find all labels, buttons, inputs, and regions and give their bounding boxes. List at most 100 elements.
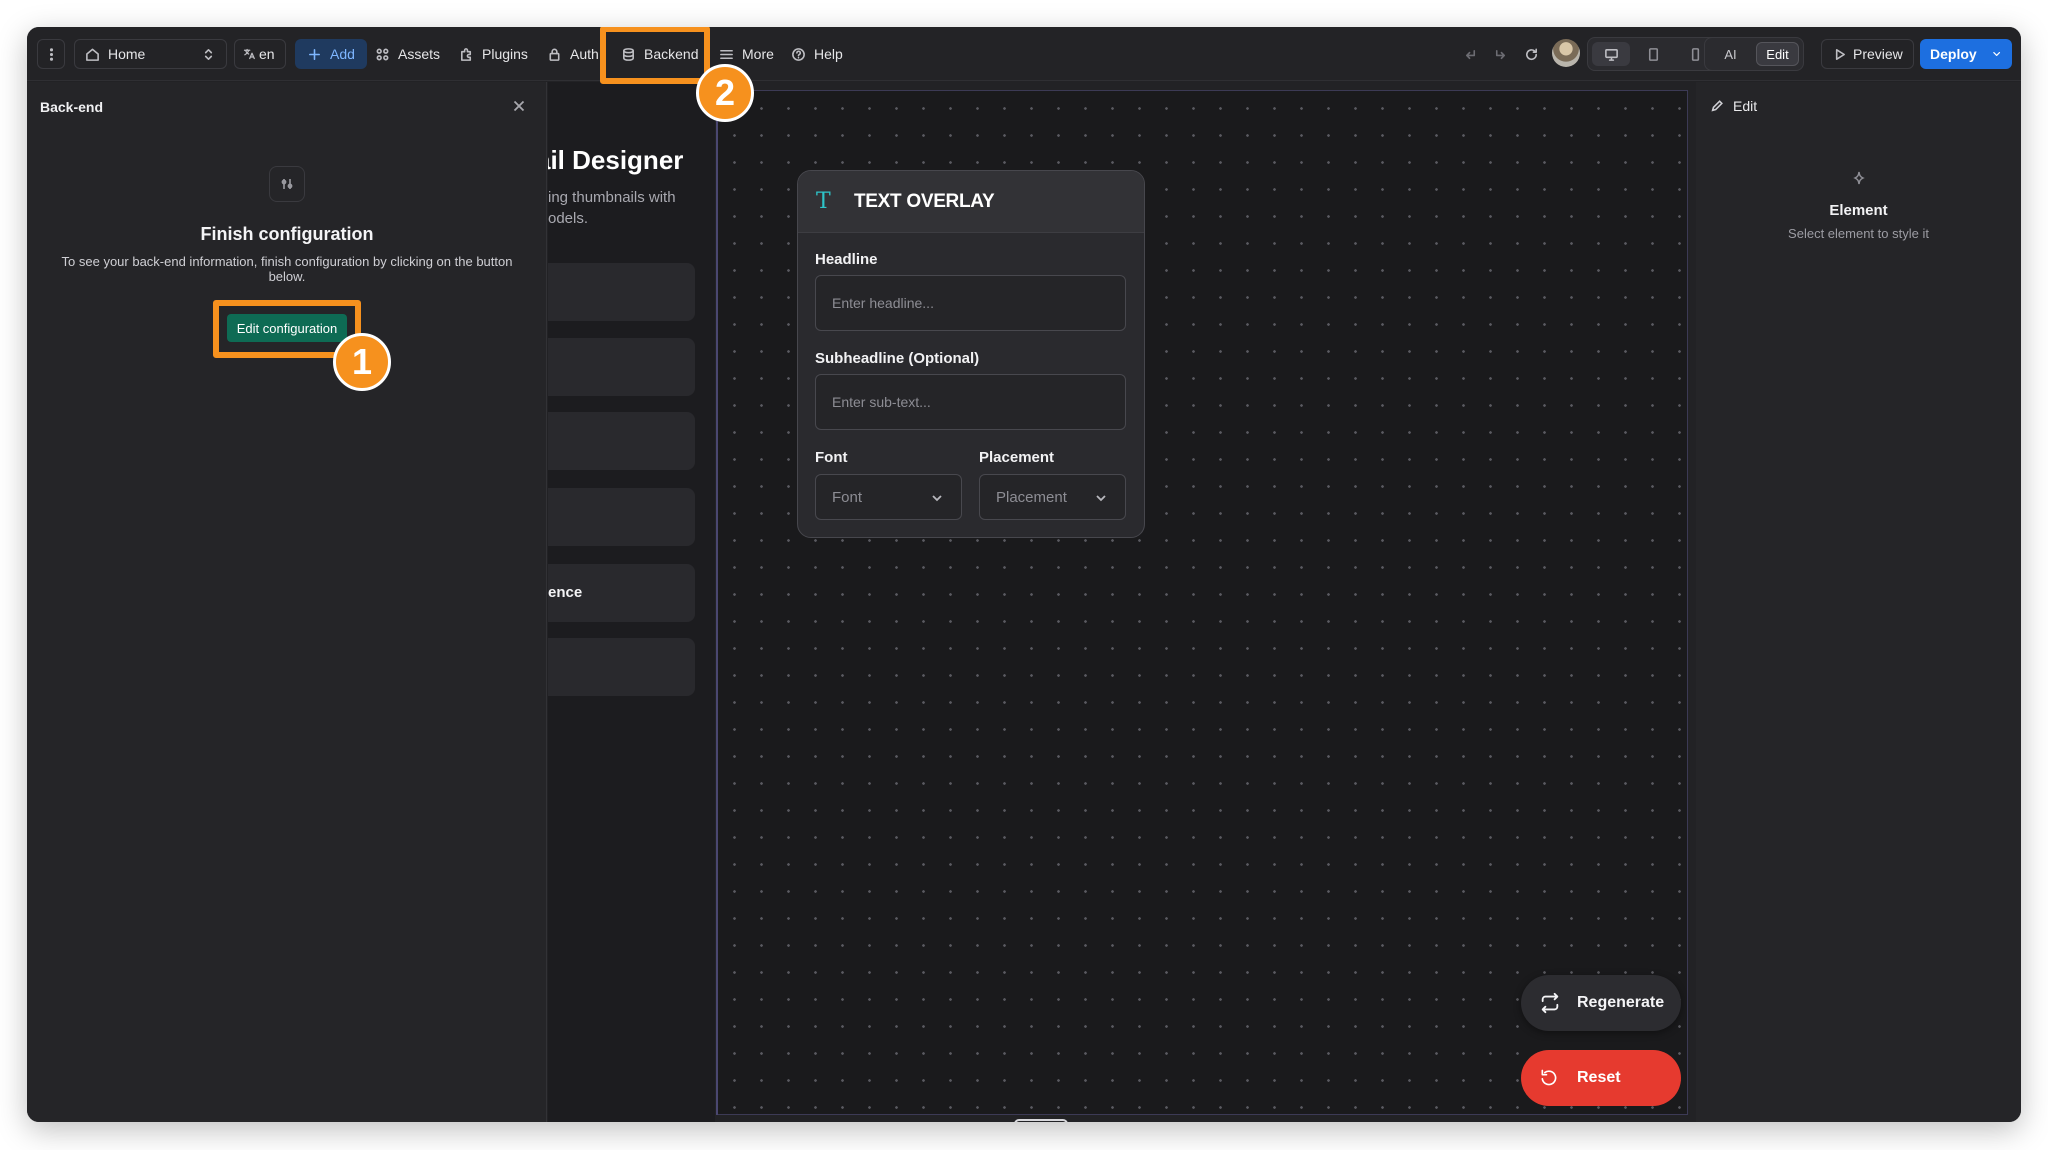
preview-button[interactable]: Preview <box>1821 39 1914 69</box>
kebab-menu-button[interactable] <box>37 39 65 69</box>
regenerate-label: Regenerate <box>1577 994 1665 1011</box>
app-subtitle-line-1: ing thumbnails with <box>548 189 676 206</box>
menu-lines-icon <box>720 49 733 59</box>
placement-select-value: Placement <box>996 488 1067 506</box>
edit-tab[interactable]: Edit <box>1710 98 1757 114</box>
edit-tab-label: Edit <box>1733 98 1758 114</box>
auth-button[interactable]: Auth <box>547 39 599 69</box>
edit-mode-label: Edit <box>1766 46 1789 62</box>
app-card[interactable] <box>548 638 695 696</box>
mode-switcher: AI Edit <box>1704 37 1804 71</box>
chevron-down-icon <box>932 495 942 502</box>
database-icon <box>623 47 634 61</box>
app-subtitle-line-2: odels. <box>548 210 589 227</box>
subheadline-input[interactable]: Enter sub-text... <box>815 374 1126 430</box>
headline-label: Headline <box>815 251 878 268</box>
text-type-icon: T <box>816 189 831 214</box>
kebab-menu-icon <box>49 47 53 61</box>
app-card[interactable] <box>548 488 695 546</box>
settings-sliders-icon <box>281 179 293 189</box>
deploy-button[interactable]: Deploy <box>1920 39 2012 69</box>
undo-button[interactable] <box>1463 39 1478 69</box>
canvas-resize-handle[interactable] <box>1014 1119 1068 1122</box>
lock-icon <box>549 48 560 61</box>
redo-icon <box>1495 49 1506 59</box>
language-selector[interactable]: en <box>234 39 286 69</box>
ai-mode-label: AI <box>1724 46 1737 62</box>
font-select-value: Font <box>832 488 863 506</box>
chevron-updown-icon <box>204 48 213 60</box>
reset-icon <box>1541 1069 1557 1086</box>
tablet-icon <box>1648 47 1658 61</box>
more-label: More <box>742 46 774 62</box>
text-overlay-card: T TEXT OVERLAY Headline Enter headline..… <box>797 170 1145 538</box>
close-panel-button[interactable] <box>511 98 527 114</box>
user-avatar[interactable] <box>1552 39 1580 67</box>
tablet-view-button[interactable] <box>1634 42 1672 66</box>
app-card[interactable] <box>548 338 695 396</box>
edit-mode-button[interactable]: Edit <box>1755 42 1799 66</box>
placement-select[interactable]: Placement <box>979 474 1126 520</box>
app-card[interactable] <box>548 263 695 321</box>
pencil-icon <box>1711 100 1723 112</box>
page-selector[interactable]: Home <box>74 39 227 69</box>
deploy-label: Deploy <box>1930 46 1977 62</box>
backend-button[interactable]: Backend <box>621 39 698 69</box>
help-button[interactable]: Help <box>791 39 843 69</box>
add-button[interactable]: Add <box>295 39 367 69</box>
preview-label: Preview <box>1853 46 1903 62</box>
auth-label: Auth <box>570 46 599 62</box>
app-preview-sidebar: ail Designer ing thumbnails with odels. … <box>548 82 715 1122</box>
refresh-icon <box>1526 48 1537 60</box>
plugins-label: Plugins <box>482 46 528 62</box>
top-toolbar: Home en Add Assets Plugins Auth Backend … <box>27 27 2021 81</box>
font-label: Font <box>815 449 848 466</box>
add-button-label: Add <box>330 46 355 62</box>
element-hint: Select element to style it <box>1788 226 1929 241</box>
font-select[interactable]: Font <box>815 474 962 520</box>
desktop-view-button[interactable] <box>1592 42 1630 66</box>
app-card[interactable] <box>548 412 695 470</box>
repeat-icon <box>1541 992 1559 1014</box>
plugins-button[interactable]: Plugins <box>459 39 528 69</box>
device-switcher <box>1587 37 1722 71</box>
regenerate-button[interactable]: Regenerate <box>1521 975 1681 1031</box>
desktop-icon <box>1604 48 1618 61</box>
step-badge-2: 2 <box>696 64 754 122</box>
text-overlay-header: T TEXT OVERLAY <box>798 171 1144 233</box>
play-icon <box>1835 48 1845 60</box>
panel-title: Back-end <box>40 99 104 115</box>
help-circle-icon <box>792 47 805 61</box>
assets-label: Assets <box>398 46 441 62</box>
reset-button[interactable]: Reset <box>1521 1050 1681 1106</box>
chevron-down-icon <box>1096 495 1106 502</box>
app-card[interactable]: ence <box>548 564 695 622</box>
assets-icon <box>376 48 389 60</box>
canvas-frame-edge <box>716 90 718 1115</box>
headline-placeholder: Enter headline... <box>832 295 934 311</box>
backend-panel: Back-end Finish configuration To see you… <box>27 82 547 1122</box>
element-heading: Element <box>1829 202 1888 219</box>
text-overlay-title: TEXT OVERLAY <box>854 191 995 212</box>
translate-icon <box>243 48 255 60</box>
style-panel: Edit Element Select element to style it <box>1696 82 2021 1122</box>
plugin-icon <box>461 47 472 61</box>
refresh-button[interactable] <box>1524 39 1539 69</box>
headline-input[interactable]: Enter headline... <box>815 275 1126 331</box>
configuration-icon-box <box>269 166 305 202</box>
ai-mode-button[interactable]: AI <box>1709 42 1752 66</box>
backend-label: Backend <box>644 46 699 62</box>
close-icon <box>513 100 525 112</box>
language-label: en <box>259 46 275 62</box>
assets-button[interactable]: Assets <box>375 39 440 69</box>
chevron-down-icon <box>1992 51 2000 57</box>
help-label: Help <box>814 46 843 62</box>
step-badge-1: 1 <box>333 333 391 391</box>
subheadline-placeholder: Enter sub-text... <box>832 394 931 410</box>
undo-icon <box>1465 49 1476 59</box>
edit-configuration-button[interactable]: Edit configuration <box>227 314 347 342</box>
mobile-icon <box>1691 47 1699 61</box>
plus-icon <box>309 48 320 60</box>
placement-label: Placement <box>979 449 1055 466</box>
redo-button[interactable] <box>1493 39 1508 69</box>
